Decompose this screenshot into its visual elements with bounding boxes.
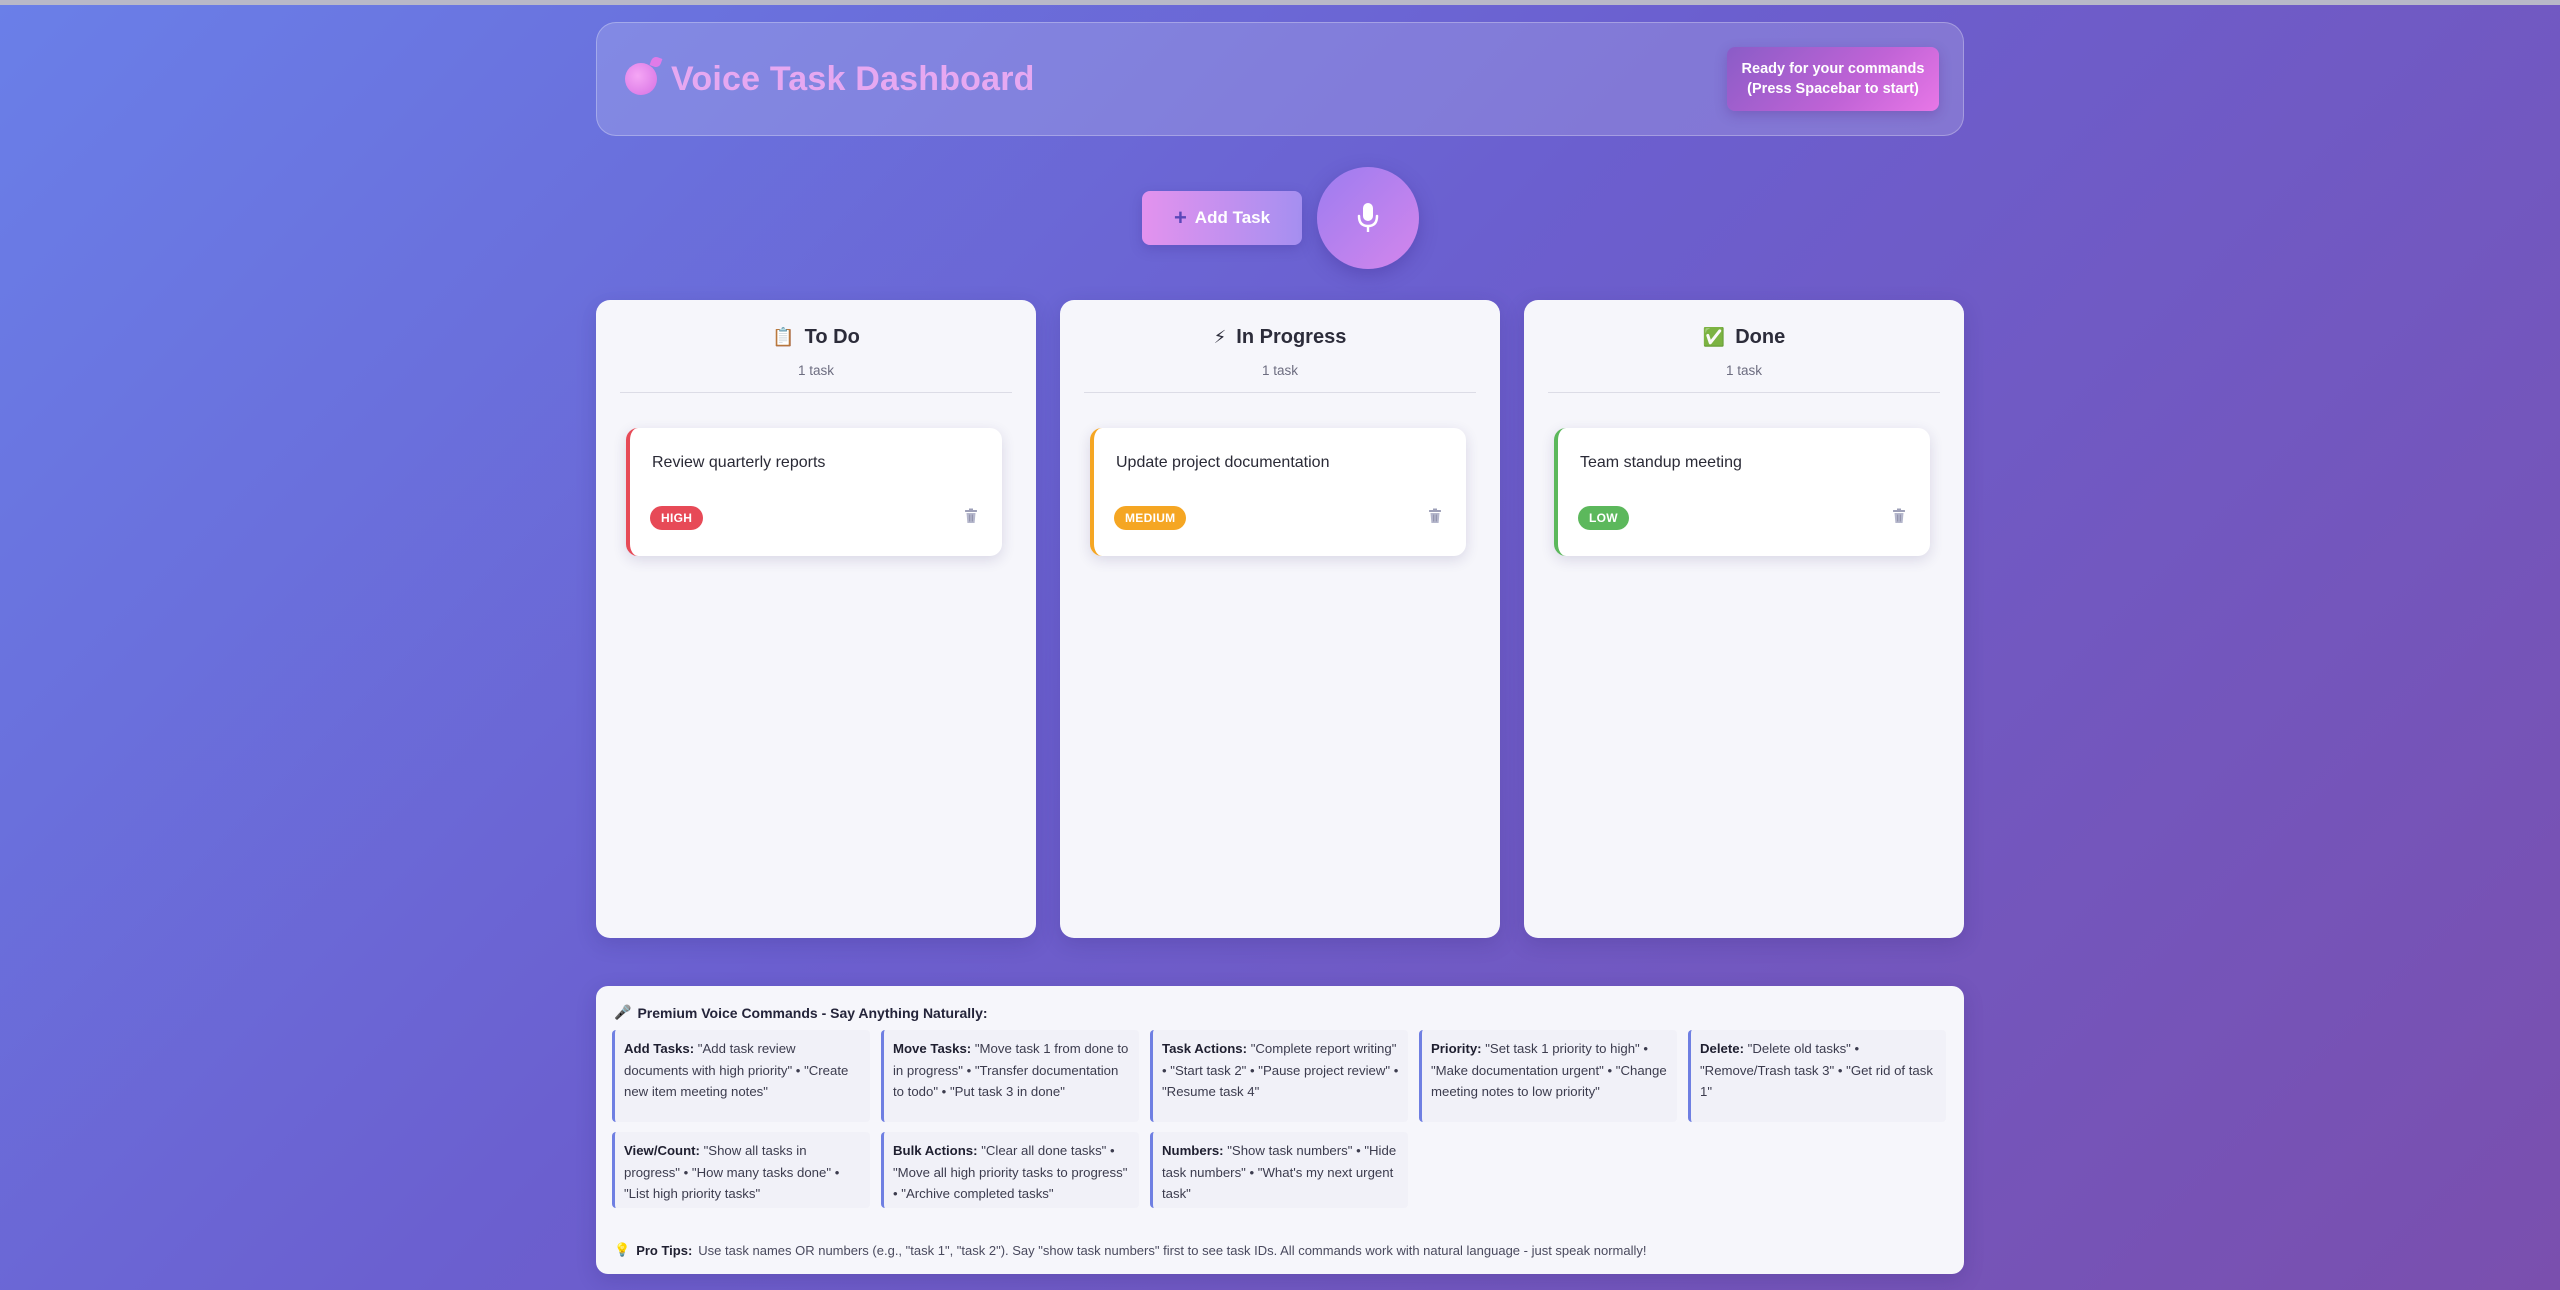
- task-title: Update project documentation: [1116, 454, 1330, 471]
- column-divider: [1548, 392, 1940, 393]
- task-card[interactable]: Review quarterly reports HIGH: [626, 428, 1002, 556]
- column-in-progress: ⚡ In Progress 1 task Update project docu…: [1060, 300, 1500, 938]
- trash-icon[interactable]: [1892, 508, 1906, 524]
- plus-icon: +: [1173, 205, 1187, 230]
- trash-icon[interactable]: [964, 508, 978, 524]
- pro-tips-label: Pro Tips:: [636, 1242, 693, 1258]
- command-card-view-count: View/Count: "Show all tasks in progress"…: [612, 1132, 870, 1208]
- priority-badge: LOW: [1578, 506, 1629, 530]
- trash-icon[interactable]: [1428, 508, 1442, 524]
- command-label: Add Tasks:: [624, 1041, 695, 1056]
- column-title-text: Done: [1735, 326, 1786, 348]
- command-card-numbers: Numbers: "Show task numbers" • "Hide tas…: [1150, 1132, 1408, 1208]
- page-title: Voice Task Dashboard: [671, 59, 1035, 98]
- column-title: 📋 To Do: [772, 326, 860, 349]
- command-label: Move Tasks:: [893, 1041, 972, 1056]
- task-count: 1 task: [1261, 363, 1299, 378]
- task-count: 1 task: [797, 363, 835, 378]
- voice-commands-title: 🎤 Premium Voice Commands - Say Anything …: [614, 1004, 988, 1021]
- task-title: Team standup meeting: [1580, 454, 1742, 471]
- column-title: ✅ Done: [1703, 326, 1785, 349]
- check-icon: ✅: [1702, 327, 1726, 347]
- microphone-icon: [1357, 203, 1379, 232]
- dashboard-header: Voice Task Dashboard Ready for your comm…: [596, 22, 1964, 136]
- command-label: Numbers:: [1162, 1143, 1224, 1158]
- column-todo: 📋 To Do 1 task Review quarterly reports …: [596, 300, 1036, 938]
- command-label: Bulk Actions:: [893, 1143, 978, 1158]
- command-label: Delete:: [1700, 1041, 1744, 1056]
- voice-commands-heading: Premium Voice Commands - Say Anything Na…: [637, 1004, 988, 1021]
- voice-status-button[interactable]: Ready for your commands (Press Spacebar …: [1727, 47, 1939, 111]
- apple-logo-icon: [625, 63, 657, 95]
- pro-tips: 💡 Pro Tips: Use task names OR numbers (e…: [614, 1242, 1646, 1258]
- status-line-2: (Press Spacebar to start): [1747, 81, 1919, 97]
- priority-badge: MEDIUM: [1114, 506, 1187, 530]
- task-count: 1 task: [1725, 363, 1763, 378]
- window-top-border: [0, 0, 2560, 5]
- command-card-add-tasks: Add Tasks: "Add task review documents wi…: [612, 1030, 870, 1122]
- command-label: View/Count:: [624, 1143, 700, 1158]
- column-divider: [620, 392, 1012, 393]
- task-card[interactable]: Update project documentation MEDIUM: [1090, 428, 1466, 556]
- column-done: ✅ Done 1 task Team standup meeting LOW: [1524, 300, 1964, 938]
- command-card-task-actions: Task Actions: "Complete report writing" …: [1150, 1030, 1408, 1122]
- status-line-1: Ready for your commands: [1741, 61, 1925, 77]
- command-label: Priority:: [1431, 1041, 1482, 1056]
- column-title-text: In Progress: [1236, 326, 1347, 348]
- lightning-icon: ⚡: [1213, 327, 1227, 347]
- voice-commands-panel: 🎤 Premium Voice Commands - Say Anything …: [596, 986, 1964, 1274]
- add-task-button[interactable]: + Add Task: [1142, 191, 1302, 245]
- column-title-text: To Do: [804, 326, 860, 348]
- command-card-move-tasks: Move Tasks: "Move task 1 from done to in…: [881, 1030, 1139, 1122]
- task-title: Review quarterly reports: [652, 454, 826, 471]
- title-group: Voice Task Dashboard: [625, 60, 1035, 99]
- lightbulb-icon: 💡: [614, 1242, 631, 1257]
- microphone-button[interactable]: [1317, 167, 1419, 269]
- priority-badge: HIGH: [650, 506, 704, 530]
- task-card[interactable]: Team standup meeting LOW: [1554, 428, 1930, 556]
- command-card-bulk-actions: Bulk Actions: "Clear all done tasks" • "…: [881, 1132, 1139, 1208]
- command-card-delete: Delete: "Delete old tasks" • "Remove/Tra…: [1688, 1030, 1946, 1122]
- column-title: ⚡ In Progress: [1214, 326, 1347, 349]
- microphone-small-icon: 🎤: [614, 1004, 632, 1020]
- column-divider: [1084, 392, 1476, 393]
- command-card-priority: Priority: "Set task 1 priority to high" …: [1419, 1030, 1677, 1122]
- command-label: Task Actions:: [1162, 1041, 1248, 1056]
- add-task-label: Add Task: [1194, 208, 1271, 227]
- clipboard-icon: 📋: [772, 327, 795, 347]
- pro-tips-text: Use task names OR numbers (e.g., "task 1…: [698, 1242, 1647, 1258]
